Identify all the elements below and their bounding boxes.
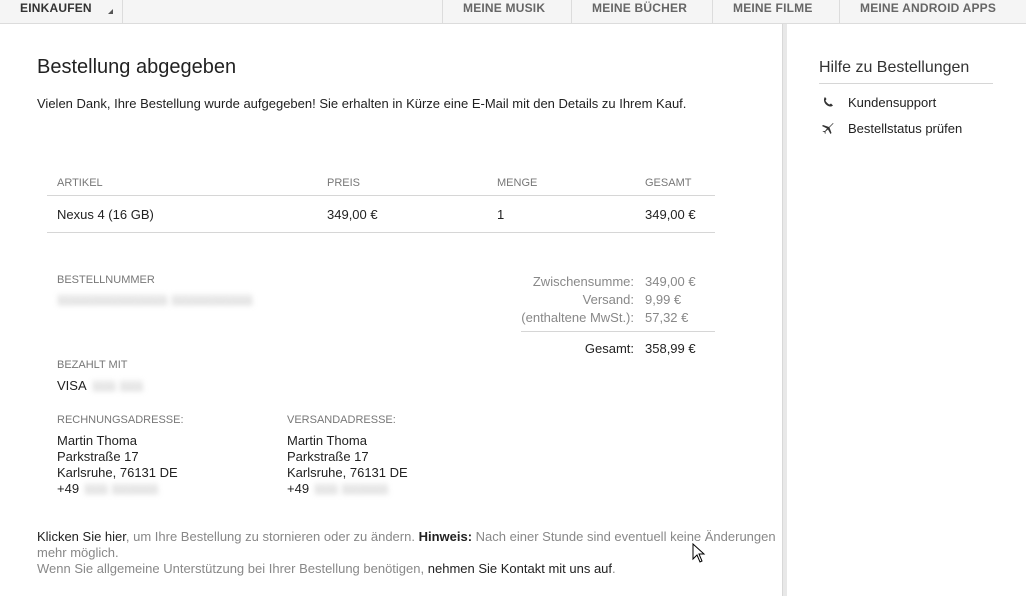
shop-menu-label: EINKAUFEN xyxy=(20,1,92,15)
help-title: Hilfe zu Bestellungen xyxy=(819,59,970,76)
column-header-quantity: MENGE xyxy=(497,177,538,189)
order-status-label: Bestellstatus prüfen xyxy=(848,121,963,136)
help-title-divider xyxy=(819,83,993,84)
order-status-link[interactable]: Bestellstatus prüfen xyxy=(822,121,992,137)
shipping-phone-masked: 1111 11111111 xyxy=(314,482,389,496)
shipping-address-label: VERSANDADRESSE: xyxy=(287,414,396,426)
billing-address-label: RECHNUNGSADRESSE: xyxy=(57,414,184,426)
nav-my-android-apps-label: MEINE ANDROID APPS xyxy=(860,1,997,15)
grand-total-label: Gesamt: xyxy=(584,341,634,356)
support-period: . xyxy=(612,561,616,576)
top-navigation: EINKAUFEN MEINE MUSIK MEINE BÜCHER MEINE… xyxy=(0,0,1026,24)
nav-my-movies[interactable]: MEINE FILME xyxy=(712,0,839,23)
subtotal-label: Zwischensumme: xyxy=(532,274,634,289)
card-number-masked: 1111 1111 xyxy=(92,379,144,393)
column-header-price: PREIS xyxy=(327,177,361,189)
airplane-icon xyxy=(822,123,834,134)
billing-street: Parkstraße 17 xyxy=(57,449,139,464)
page-title: Bestellung abgegeben xyxy=(37,56,237,78)
shipping-value: 9,99 € xyxy=(645,292,682,307)
hint-text: Nach einer Stunde sind eventuell keine Ä… xyxy=(475,529,776,544)
support-info-line: Wenn Sie allgemeine Unterstützung bei Ih… xyxy=(37,561,616,576)
order-number-label: BESTELLNUMMER xyxy=(57,274,155,286)
subtotal-value: 349,00 € xyxy=(645,274,696,289)
cancel-info-line: Klicken Sie hier, um Ihre Bestellung zu … xyxy=(37,529,776,544)
confirmation-message: Vielen Dank, Ihre Bestellung wurde aufge… xyxy=(37,96,687,111)
billing-city: Karlsruhe, 76131 DE xyxy=(57,465,178,480)
shipping-street: Parkstraße 17 xyxy=(287,449,369,464)
billing-phone-prefix: +49 xyxy=(57,481,80,496)
nav-my-music-label: MEINE MUSIK xyxy=(463,1,546,15)
item-quantity: 1 xyxy=(497,207,505,222)
table-row-divider xyxy=(47,232,715,233)
cancel-info-text: , um Ihre Bestellung zu stornieren oder … xyxy=(125,529,415,544)
shipping-name: Martin Thoma xyxy=(287,433,367,448)
hint-label: Hinweis: xyxy=(418,529,473,544)
item-price: 349,00 € xyxy=(327,207,378,222)
column-header-total: GESAMT xyxy=(645,177,692,189)
contact-us-link[interactable]: nehmen Sie Kontakt mit uns auf xyxy=(428,561,612,576)
table-header-divider xyxy=(47,195,715,196)
hint-text-continued: mehr möglich. xyxy=(37,545,119,560)
payment-method: VISA xyxy=(57,378,87,393)
paid-with-label: BEZAHLT MIT xyxy=(57,359,128,371)
nav-my-movies-label: MEINE FILME xyxy=(733,1,813,15)
nav-my-books[interactable]: MEINE BÜCHER xyxy=(571,0,712,23)
vat-value: 57,32 € xyxy=(645,310,689,325)
dropdown-corner-icon xyxy=(108,9,113,14)
customer-support-label: Kundensupport xyxy=(848,95,937,110)
nav-my-android-apps[interactable]: MEINE ANDROID APPS xyxy=(839,0,1026,23)
shipping-label: Versand: xyxy=(582,292,634,307)
nav-my-music[interactable]: MEINE MUSIK xyxy=(442,0,571,23)
item-total: 349,00 € xyxy=(645,207,696,222)
support-text: Wenn Sie allgemeine Unterstützung bei Ih… xyxy=(37,561,425,576)
vat-label: (enthaltene MwSt.): xyxy=(521,310,634,325)
grand-total-value: 358,99 € xyxy=(645,341,696,356)
column-divider xyxy=(782,24,787,596)
shipping-city: Karlsruhe, 76131 DE xyxy=(287,465,408,480)
cancel-order-link[interactable]: Klicken Sie hier xyxy=(37,529,126,544)
customer-support-link[interactable]: Kundensupport xyxy=(822,95,992,111)
shipping-phone-prefix: +49 xyxy=(287,481,310,496)
order-number-value: 1111111111111111111 11111111111111 xyxy=(57,293,253,307)
nav-my-books-label: MEINE BÜCHER xyxy=(592,1,688,15)
shop-menu[interactable]: EINKAUFEN xyxy=(0,0,123,23)
billing-name: Martin Thoma xyxy=(57,433,137,448)
mouse-pointer-icon xyxy=(692,543,706,563)
billing-phone-masked: 1111 11111111 xyxy=(84,482,159,496)
column-header-article: ARTIKEL xyxy=(57,177,103,189)
item-name: Nexus 4 (16 GB) xyxy=(57,207,154,222)
phone-icon xyxy=(823,97,833,107)
summary-divider xyxy=(521,331,715,332)
